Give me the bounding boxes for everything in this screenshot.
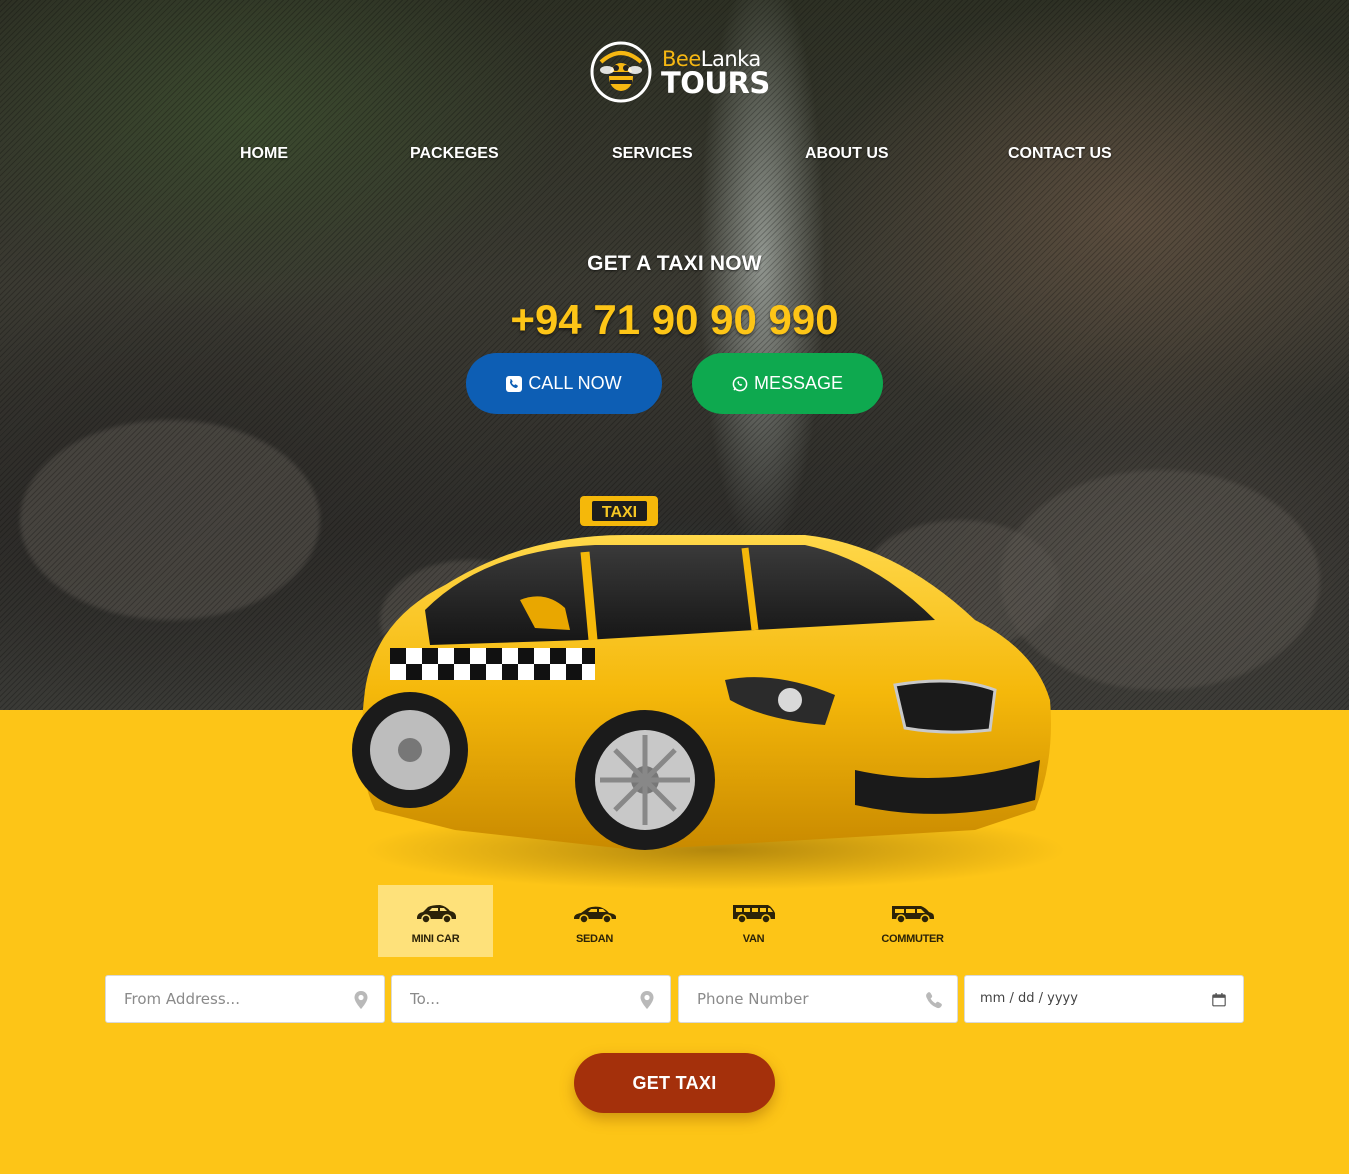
commuter-icon [892,906,934,924]
phone-icon [926,992,942,1009]
mini-car-icon [417,905,456,924]
vehicle-type-label: SEDAN [575,933,613,945]
nav-item-about-us[interactable]: ABOUT US [805,145,889,163]
location-pin-icon [640,991,654,1009]
calendar-icon[interactable] [1211,992,1227,1008]
vehicle-type-van[interactable]: VAN [696,885,811,957]
phone-number-field [678,975,958,1023]
call-now-label: CALL NOW [528,373,622,393]
whatsapp-icon [732,376,748,391]
from-address-input[interactable] [106,976,384,1022]
cta-phone-number[interactable]: +94 71 90 90 990 [0,296,1349,344]
to-address-field [391,975,671,1023]
sedan-icon [574,906,616,924]
vehicle-type-mini-car[interactable]: MINI CAR [378,885,493,957]
location-pin-icon [354,991,368,1009]
vehicle-type-sedan[interactable]: SEDAN [537,885,652,957]
phone-number-input[interactable] [679,976,957,1022]
nav-item-packages[interactable]: PACKEGES [410,145,499,163]
from-address-field [105,975,385,1023]
main-nav: HOME PACKEGES SERVICES ABOUT US CONTACT … [0,145,1349,167]
vehicle-type-commuter[interactable]: COMMUTER [855,885,970,957]
phone-square-icon [506,375,523,392]
vehicle-type-label: VAN [742,933,765,945]
vehicle-type-label: MINI CAR [411,933,460,945]
bee-icon [590,41,652,103]
nav-item-contact-us[interactable]: CONTACT US [1008,145,1112,163]
date-field[interactable]: mm / dd / yyyy [964,975,1244,1023]
cta-title: GET A TAXI NOW [587,252,762,275]
vehicle-type-label: COMMUTER [881,933,944,945]
van-icon [733,905,775,924]
message-button[interactable]: MESSAGE [692,353,883,414]
brand-logo[interactable]: BeeLanka TOURS [589,40,770,106]
nav-item-home[interactable]: HOME [240,145,288,163]
date-input-placeholder: mm / dd / yyyy [980,991,1078,1006]
nav-item-services[interactable]: SERVICES [612,145,693,163]
call-now-button[interactable]: CALL NOW [466,353,662,414]
taxi-car-image: TAXI [352,496,1065,890]
logo-text-bottom: TOURS [661,66,770,100]
message-label: MESSAGE [753,373,844,393]
to-address-input[interactable] [392,976,670,1022]
taxi-roof-sign-label: TAXI [602,504,637,521]
get-taxi-button[interactable]: GET TAXI [574,1053,775,1113]
